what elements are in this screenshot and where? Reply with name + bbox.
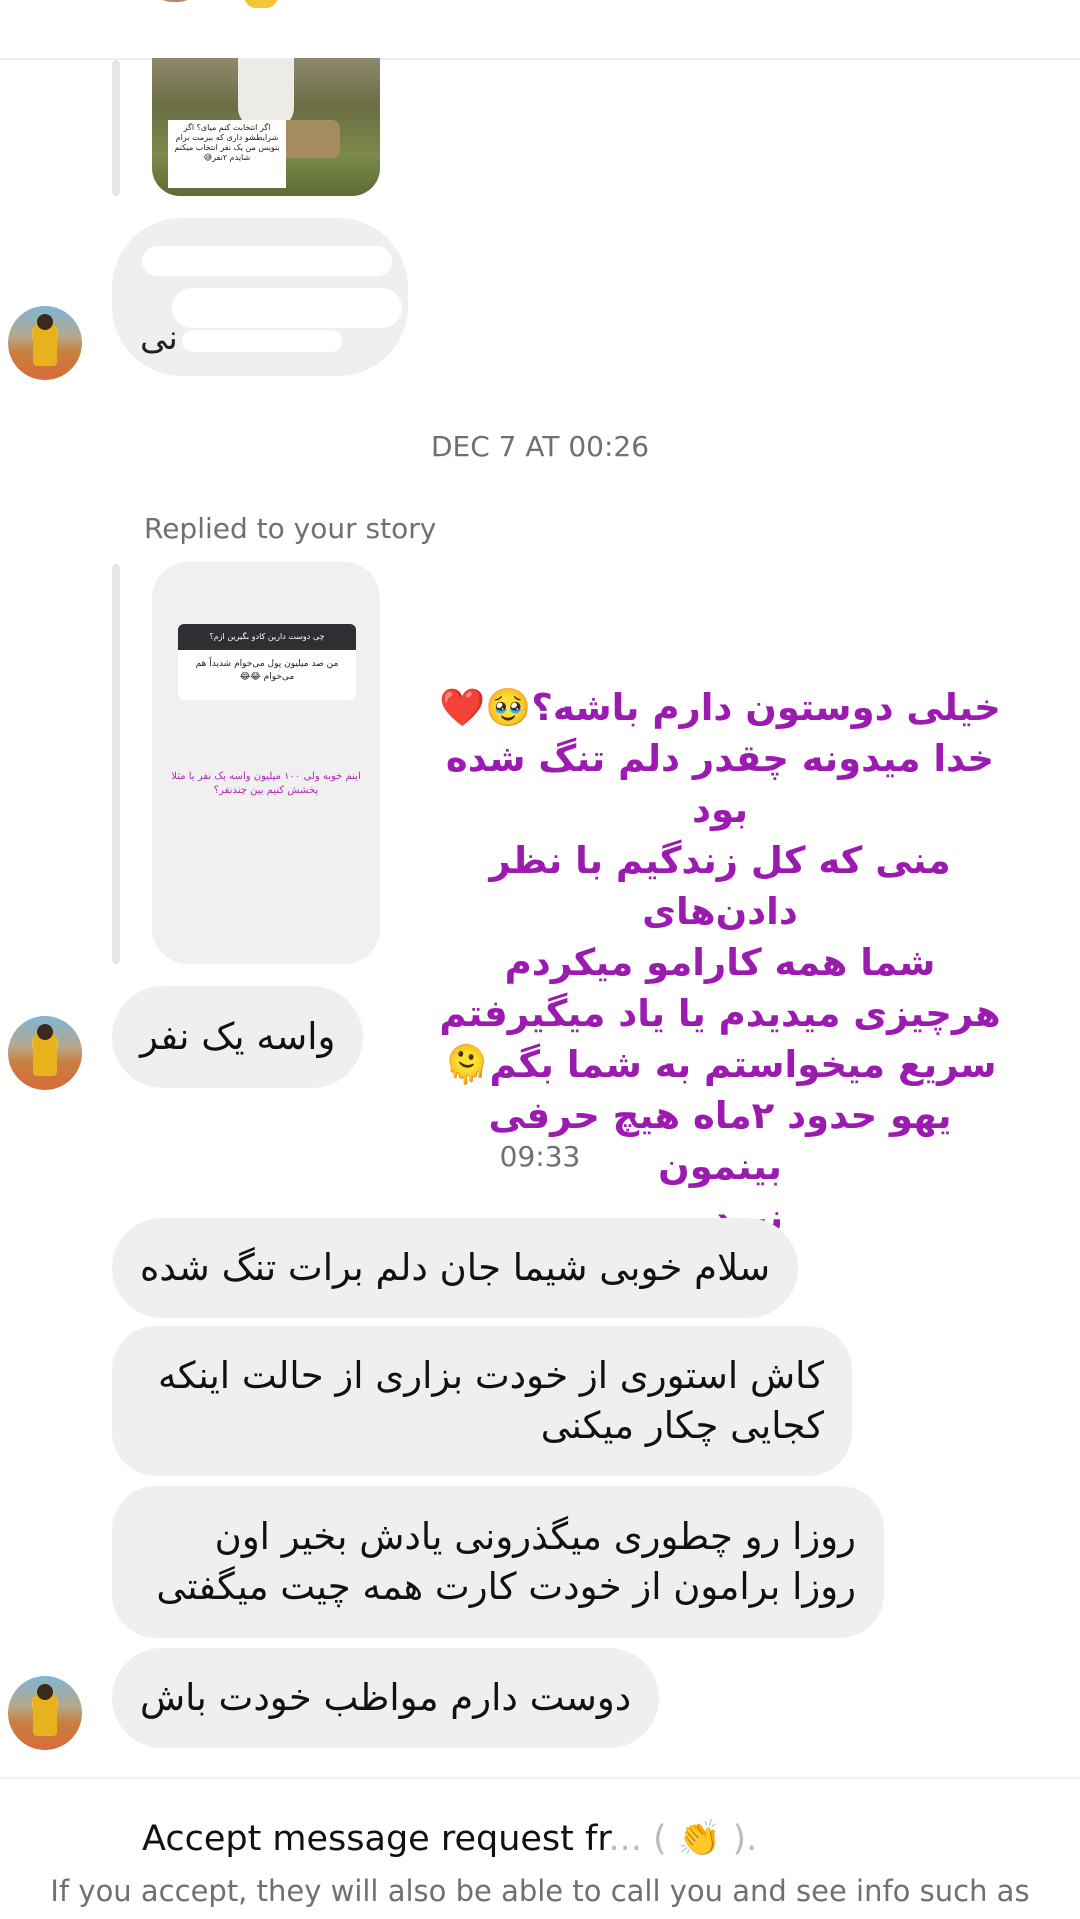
redaction-smear xyxy=(182,330,342,352)
question-sticker-header: چی دوست دارین کادو بگیرین ازم؟ xyxy=(178,624,356,650)
replied-to-story-label: Replied to your story xyxy=(144,512,437,545)
top-avatar-peek xyxy=(150,0,200,2)
date-divider: DEC 7 AT 00:26 xyxy=(430,430,650,463)
message-text: کاش استوری از خودت بزاری از حالت اینکه ک… xyxy=(158,1354,824,1447)
redaction-smear xyxy=(172,288,402,328)
sender-avatar[interactable] xyxy=(8,1016,82,1090)
accept-request-title: Accept message request fr... ( 👏 ). xyxy=(142,1818,757,1859)
redacted-fragment: نی xyxy=(140,318,178,358)
question-sticker-answer: من صد میلیون پول می‌خوام شدیداً هم می‌خو… xyxy=(178,650,356,700)
message-bubble[interactable]: سلام خوبی شیما جان دلم برات تنگ شده xyxy=(112,1218,799,1318)
story-reply-bar xyxy=(112,60,120,196)
avatar-head xyxy=(37,314,53,330)
redacted-message-bubble: ب نی xyxy=(112,218,408,376)
story-thumbnail-1[interactable]: اگر انتخابت کنم میای؟ اگر شرایطشو داری ک… xyxy=(152,58,380,196)
message-text: دوست دارم مواظب خودت باش xyxy=(140,1676,632,1719)
request-title-redacted: ... ( 👏 ). xyxy=(608,1819,758,1859)
request-divider xyxy=(0,1777,1080,1779)
story-reply-text: اینم خوبه ولی ۱۰۰ میلیون واسه یک نفر یا … xyxy=(171,771,361,796)
message-bubble[interactable]: کاش استوری از خودت بزاری از حالت اینکه ک… xyxy=(112,1326,852,1476)
story-reply-bar xyxy=(112,564,120,964)
avatar-head xyxy=(37,1684,53,1700)
message-text: سلام خوبی شیما جان دلم برات تنگ شده xyxy=(140,1246,771,1289)
accept-request-title-text: Accept message request fr xyxy=(142,1819,609,1859)
time-divider: 09:33 xyxy=(499,1140,581,1173)
message-text: واسه یک نفر xyxy=(140,1015,336,1058)
story-figure xyxy=(238,58,294,128)
accept-request-description: If you accept, they will also be able to… xyxy=(50,1874,1030,1908)
sender-avatar[interactable] xyxy=(8,306,82,380)
avatar-head xyxy=(37,1024,53,1040)
message-bubble[interactable]: واسه یک نفر xyxy=(112,986,364,1088)
clap-emoji-peek xyxy=(244,0,278,8)
redaction-smear xyxy=(142,246,392,276)
message-bubble[interactable]: دوست دارم مواظب خودت باش xyxy=(112,1648,660,1748)
story-caption: اگر انتخابت کنم میای؟ اگر شرایطشو داری ک… xyxy=(168,120,286,188)
story-thumbnail-2[interactable]: چی دوست دارین کادو بگیرین ازم؟ من صد میل… xyxy=(152,562,380,964)
message-text: روزا رو چطوری میگذرونی یادش بخیر اون روز… xyxy=(156,1515,856,1608)
message-bubble[interactable]: روزا رو چطوری میگذرونی یادش بخیر اون روز… xyxy=(112,1486,884,1638)
sender-avatar[interactable] xyxy=(8,1676,82,1750)
